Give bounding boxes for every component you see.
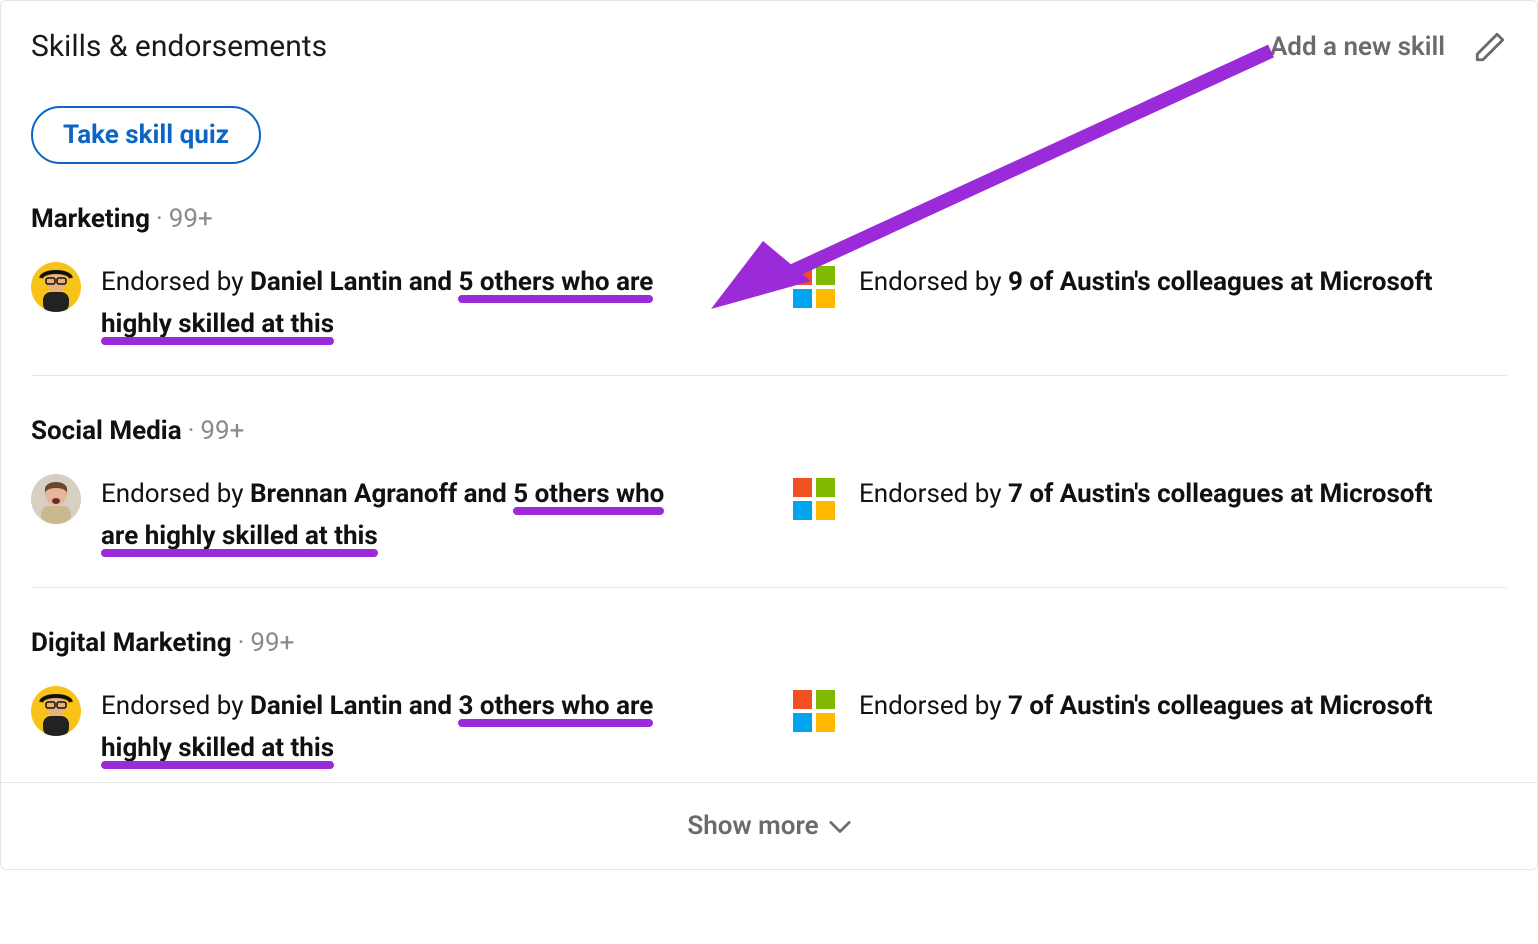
- section-title: Skills & endorsements: [31, 29, 327, 64]
- endorsement-text: Endorsed by Daniel Lantin and 3 others w…: [101, 686, 691, 769]
- skill-name: Digital Marketing: [31, 628, 232, 658]
- microsoft-logo-icon: [789, 686, 839, 736]
- skill-item: Digital Marketing · 99+: [31, 588, 1507, 781]
- take-quiz-button[interactable]: Take skill quiz: [31, 106, 261, 164]
- show-more-button[interactable]: Show more: [1, 782, 1537, 869]
- separator-dot: ·: [156, 204, 163, 234]
- endorsement-count: 99+: [250, 628, 294, 658]
- endorsement-text: Endorsed by 9 of Austin's colleagues at …: [859, 262, 1433, 304]
- endorsement-row: Endorsed by Daniel Lantin and 3 others w…: [31, 686, 1507, 769]
- annotation-underline: are highly skilled at this: [101, 521, 378, 551]
- skill-title-row[interactable]: Social Media · 99+: [31, 416, 1507, 446]
- endorsement-text: Endorsed by Daniel Lantin and 5 others w…: [101, 262, 691, 345]
- annotation-underline: 3 others who are: [458, 691, 653, 721]
- microsoft-logo-icon: [789, 474, 839, 524]
- skill-item: Marketing · 99+: [31, 164, 1507, 376]
- skill-name: Social Media: [31, 416, 182, 446]
- edit-icon[interactable]: [1473, 30, 1507, 64]
- avatar: [31, 474, 81, 524]
- endorsement-text: Endorsed by Brennan Agranoff and 5 other…: [101, 474, 691, 557]
- card-body: Skills & endorsements Add a new skill Ta…: [1, 1, 1537, 782]
- endorsement-text: Endorsed by 7 of Austin's colleagues at …: [859, 474, 1433, 516]
- endorsement-row: Endorsed by Brennan Agranoff and 5 other…: [31, 474, 1507, 557]
- annotation-underline: 5 others who are: [458, 267, 653, 297]
- skill-name: Marketing: [31, 204, 150, 234]
- skills-card: Skills & endorsements Add a new skill Ta…: [0, 0, 1538, 870]
- endorsement-count: 99+: [200, 416, 244, 446]
- endorsement-count: 99+: [169, 204, 213, 234]
- endorsed-by-people[interactable]: Endorsed by Daniel Lantin and 3 others w…: [31, 686, 749, 769]
- chevron-down-icon: [829, 811, 851, 841]
- endorsed-by-company[interactable]: Endorsed by 7 of Austin's colleagues at …: [789, 474, 1507, 557]
- endorsed-by-people[interactable]: Endorsed by Brennan Agranoff and 5 other…: [31, 474, 749, 557]
- skill-title-row[interactable]: Digital Marketing · 99+: [31, 628, 1507, 658]
- endorsed-by-company[interactable]: Endorsed by 7 of Austin's colleagues at …: [789, 686, 1507, 769]
- separator-dot: ·: [188, 416, 195, 446]
- avatar: [31, 686, 81, 736]
- microsoft-logo-icon: [789, 262, 839, 312]
- endorsement-text: Endorsed by 7 of Austin's colleagues at …: [859, 686, 1433, 728]
- skill-item: Social Media · 99+: [31, 376, 1507, 588]
- section-header: Skills & endorsements Add a new skill: [31, 29, 1507, 64]
- annotation-underline: highly skilled at this: [101, 733, 334, 763]
- endorsed-by-people[interactable]: Endorsed by Daniel Lantin and 5 others w…: [31, 262, 749, 345]
- annotation-underline: highly skilled at this: [101, 309, 334, 339]
- annotation-underline: 5 others who: [513, 479, 664, 509]
- header-actions: Add a new skill: [1270, 30, 1507, 64]
- avatar: [31, 262, 81, 312]
- endorsement-row: Endorsed by Daniel Lantin and 5 others w…: [31, 262, 1507, 345]
- endorsed-by-company[interactable]: Endorsed by 9 of Austin's colleagues at …: [789, 262, 1507, 345]
- show-more-label: Show more: [687, 811, 818, 841]
- add-skill-link[interactable]: Add a new skill: [1270, 32, 1445, 62]
- separator-dot: ·: [238, 628, 245, 658]
- skill-title-row[interactable]: Marketing · 99+: [31, 204, 1507, 234]
